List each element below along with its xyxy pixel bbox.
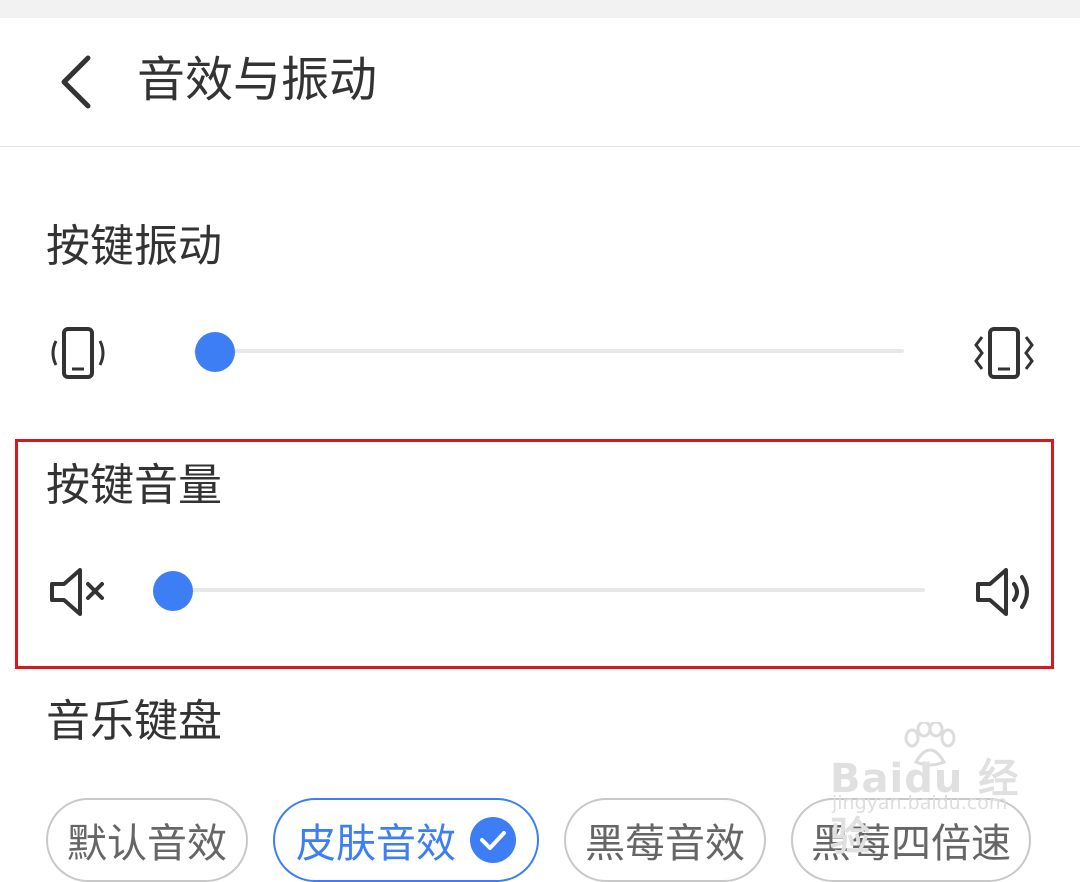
sound-option-skin[interactable]: 皮肤音效 <box>273 798 539 882</box>
vibration-slider-track[interactable] <box>194 349 904 353</box>
vibration-section-title: 按键振动 <box>46 221 222 272</box>
sound-option-default[interactable]: 默认音效 <box>46 798 248 882</box>
vibrate-high-icon <box>974 327 1034 379</box>
vibrate-low-icon <box>51 327 105 379</box>
back-button[interactable] <box>52 54 100 110</box>
volume-high-icon <box>976 568 1029 616</box>
page-title: 音效与振动 <box>137 52 378 108</box>
status-bar-strip <box>0 0 1080 18</box>
sound-option-label: 皮肤音效 <box>296 821 456 867</box>
volume-slider-thumb[interactable] <box>153 571 193 611</box>
check-icon <box>470 817 516 863</box>
sound-option-blackberry[interactable]: 黑莓音效 <box>564 798 766 882</box>
music-keyboard-section-title: 音乐键盘 <box>46 696 222 747</box>
volume-mute-icon <box>50 568 104 616</box>
sound-option-label: 黑莓音效 <box>585 821 745 867</box>
watermark-url: jingyan.baidu.com <box>832 792 1008 814</box>
volume-section-title: 按键音量 <box>46 460 222 511</box>
vibration-slider-thumb[interactable] <box>195 332 236 372</box>
volume-slider-track[interactable] <box>173 588 925 592</box>
app-header: 音效与振动 <box>0 18 1080 147</box>
baidu-watermark: Baidu 经验 jingyan.baidu.com <box>830 722 1030 860</box>
sound-option-label: 默认音效 <box>67 821 227 867</box>
chevron-left-icon <box>61 55 91 109</box>
